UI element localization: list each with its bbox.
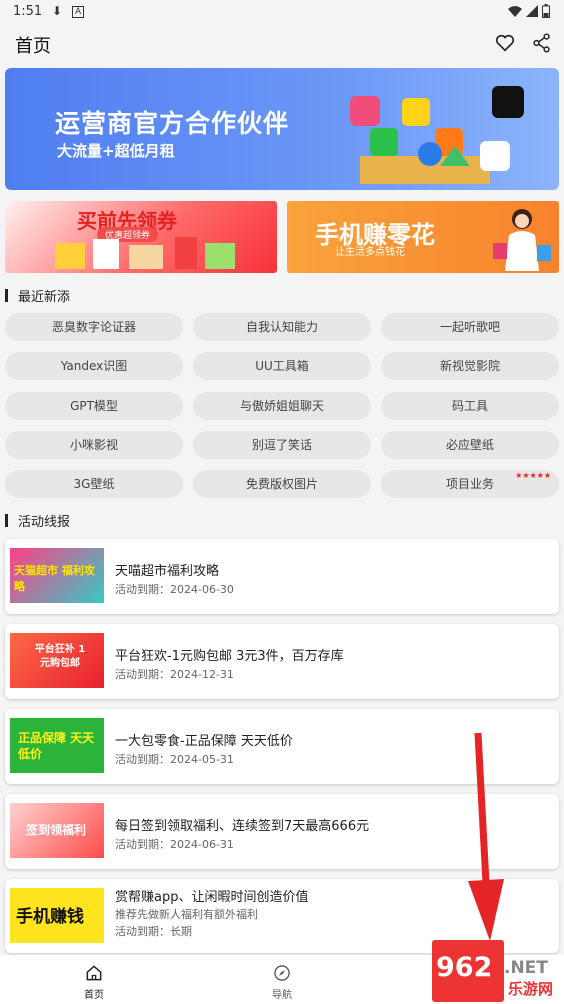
tab-label: 导航 <box>272 990 292 1001</box>
share-icon[interactable] <box>531 32 553 54</box>
app-icons-illustration <box>350 86 524 184</box>
recent-item[interactable]: 一起听歌吧 <box>381 313 559 341</box>
recent-item[interactable]: GPT模型 <box>5 392 183 420</box>
tab-home[interactable]: 首页 <box>0 955 188 1004</box>
thumbnail-text: 平台狂补 1元购包邮 <box>34 644 86 669</box>
download-icon: ⬇ <box>52 4 63 18</box>
recent-item-label: 3G壁纸 <box>73 477 115 491</box>
watermark-net: .NET <box>504 958 548 978</box>
activity-card[interactable]: 天猫超市 福利攻略 天喵超市福利攻略 活动到期：2024-06-30 <box>5 539 559 614</box>
recent-item[interactable]: 免费版权图片 <box>193 470 371 498</box>
watermark-cn: 乐游网 <box>508 980 554 998</box>
earn-money-promo[interactable]: 手机赚零花 让生活多点钱花 <box>287 201 559 273</box>
recent-item-label: 码工具 <box>451 399 488 413</box>
recent-item-label: UU工具箱 <box>255 359 309 373</box>
heart-icon[interactable] <box>494 32 516 54</box>
activity-thumbnail: 手机赚钱 <box>10 888 104 943</box>
recent-item[interactable]: 自我认知能力 <box>193 313 371 341</box>
recent-item-label: GPT模型 <box>70 399 118 413</box>
banner-title: 运营商官方合作伙伴 <box>55 109 290 138</box>
activity-thumbnail: 正品保障 天天低价 <box>10 718 104 773</box>
activity-title: 每日签到领取福利、连续签到7天最高666元 <box>115 819 370 834</box>
recent-item-label: 恶臭数字论证器 <box>51 320 136 334</box>
coupon-promo[interactable]: 买前先领券 优惠超领券 <box>5 201 277 273</box>
compass-icon <box>274 965 290 981</box>
operator-banner[interactable]: 运营商官方合作伙伴 大流量+超低月租 <box>5 68 559 190</box>
recent-item[interactable]: 必应壁纸 <box>381 431 559 459</box>
watermark-number: 962 <box>436 952 493 983</box>
activity-expiry: 活动到期：2024-06-30 <box>115 583 234 596</box>
recent-heading-label: 最近新添 <box>18 290 71 305</box>
recent-item-label: 与傲娇姐姐聊天 <box>239 399 324 413</box>
thumbnail-text: 手机赚钱 <box>16 907 84 927</box>
activity-thumbnail: 签到领福利 <box>10 803 104 858</box>
goods-illustration <box>55 237 235 269</box>
activity-heading-label: 活动线报 <box>18 515 71 530</box>
girl-illustration <box>493 209 551 271</box>
activity-expiry: 活动到期：2024-12-31 <box>115 668 234 681</box>
activity-expiry: 活动到期：长期 <box>115 925 192 938</box>
recent-item-label: 新视觉影院 <box>439 359 500 373</box>
recent-item[interactable]: 新视觉影院 <box>381 352 559 380</box>
activity-expiry: 活动到期：2024-05-31 <box>115 753 234 766</box>
activity-thumbnail: 平台狂补 1元购包邮 <box>10 633 104 688</box>
status-time: 1:51 <box>13 4 43 19</box>
recent-heading: 最近新添 <box>5 286 71 305</box>
home-icon <box>86 965 102 981</box>
recent-item-label: 别逗了笑话 <box>251 438 312 452</box>
star-rating: ★★★★★ <box>515 471 551 480</box>
recent-item[interactable]: 与傲娇姐姐聊天 <box>193 392 371 420</box>
recent-item-label: 一起听歌吧 <box>439 320 500 334</box>
recent-item-label: 小咪影视 <box>69 438 118 452</box>
recent-item[interactable]: 3G壁纸 <box>5 470 183 498</box>
recent-item[interactable]: 小咪影视 <box>5 431 183 459</box>
thumbnail-text: 正品保障 天天低价 <box>18 731 95 761</box>
recent-item[interactable]: 恶臭数字论证器 <box>5 313 183 341</box>
activity-title: 赏帮赚app、让闲暇时间创造价值 <box>115 890 309 905</box>
thumbnail-text: 签到领福利 <box>26 823 87 837</box>
activity-title: 天喵超市福利攻略 <box>115 564 220 579</box>
recent-item[interactable]: UU工具箱 <box>193 352 371 380</box>
recent-item-label: 必应壁纸 <box>445 438 494 452</box>
recent-item-label: Yandex识图 <box>60 359 128 373</box>
activity-expiry: 活动到期：2024-06-31 <box>115 838 234 851</box>
recent-item[interactable]: Yandex识图 <box>5 352 183 380</box>
promo-subtitle: 让生活多点钱花 <box>335 247 405 258</box>
wifi-icon <box>508 6 522 17</box>
tab-navigation[interactable]: 导航 <box>188 955 376 1004</box>
recent-item[interactable]: 别逗了笑话 <box>193 431 371 459</box>
recent-item[interactable]: 项目业务 ★★★★★ <box>381 470 559 498</box>
recent-item-label: 免费版权图片 <box>245 477 318 491</box>
activity-title: 一大包零食-正品保障 天天低价 <box>115 734 293 749</box>
activity-thumbnail: 天猫超市 福利攻略 <box>10 548 104 603</box>
thumbnail-text: 天猫超市 福利攻略 <box>14 564 95 593</box>
recent-item[interactable]: 码工具 <box>381 392 559 420</box>
page-title: 首页 <box>15 36 51 57</box>
banner-subtitle: 大流量+超低月租 <box>57 142 175 160</box>
red-arrow-annotation <box>468 733 504 941</box>
activity-title: 平台狂欢-1元购包邮 3元3件，百万存库 <box>115 649 344 664</box>
tab-label: 首页 <box>84 990 104 1001</box>
recent-item-label: 项目业务 <box>445 477 494 491</box>
activity-heading: 活动线报 <box>5 511 71 530</box>
activity-subtitle: 推荐先做新人福利有额外福利 <box>115 908 258 921</box>
battery-icon <box>542 4 550 18</box>
recent-item-label: 自我认知能力 <box>245 320 318 334</box>
signal-icon <box>526 5 538 17</box>
app-bar: 首页 <box>0 26 564 62</box>
status-bar: 1:51 ⬇ A <box>0 0 564 24</box>
watermark-logo: 962 .NET 乐游网 <box>430 940 560 1002</box>
activity-card[interactable]: 平台狂补 1元购包邮 平台狂欢-1元购包邮 3元3件，百万存库 活动到期：202… <box>5 624 559 699</box>
a-icon: A <box>72 6 85 18</box>
